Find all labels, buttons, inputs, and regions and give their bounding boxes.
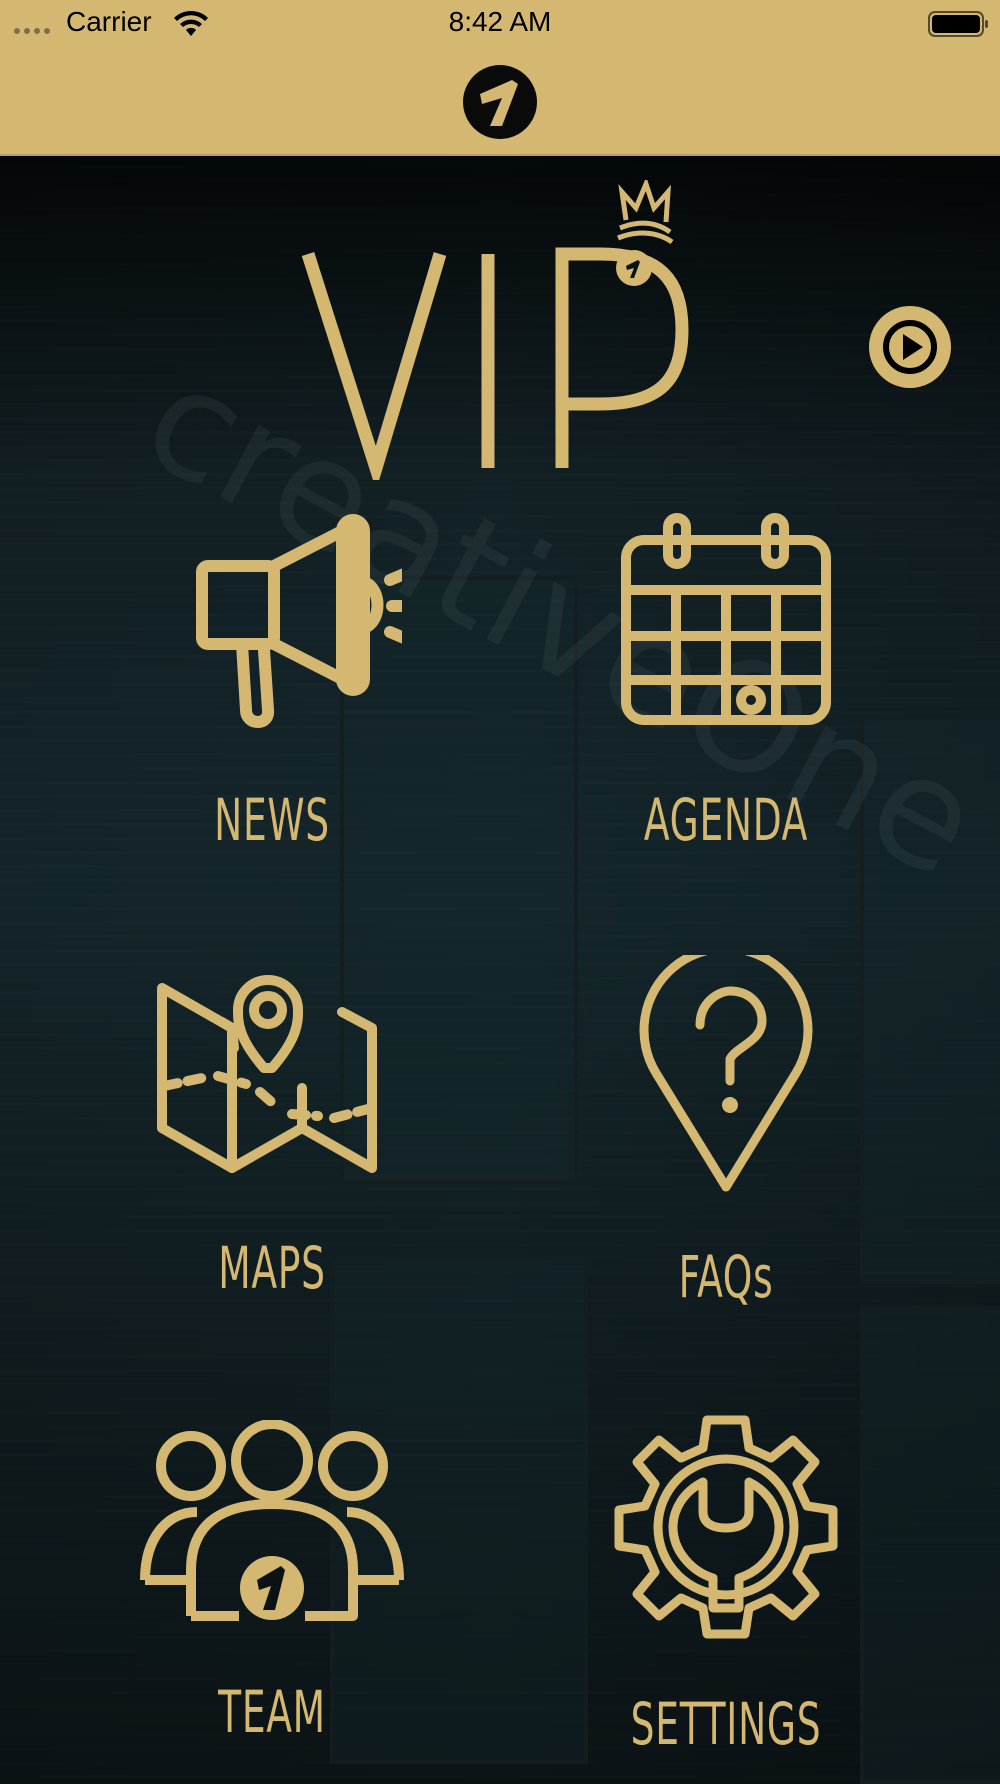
tile-label: AGENDA — [643, 786, 809, 854]
megaphone-icon — [196, 514, 402, 728]
tile-faqs[interactable]: FAQs — [546, 955, 906, 1311]
tile-label: MAPS — [218, 1234, 326, 1302]
header-bar — [0, 48, 1000, 156]
question-pin-icon — [639, 955, 813, 1192]
tile-agenda[interactable]: AGENDA — [546, 510, 906, 854]
vip-logo — [300, 176, 700, 491]
tile-label: NEWS — [214, 786, 330, 854]
clock: 8:42 AM — [448, 6, 552, 37]
tile-label: SETTINGS — [630, 1690, 822, 1758]
battery-icon — [928, 11, 988, 37]
tile-settings[interactable]: SETTINGS — [546, 1412, 906, 1758]
play-icon — [883, 320, 937, 374]
gear-wrench-icon — [614, 1415, 838, 1639]
tile-maps[interactable]: MAPS — [92, 968, 452, 1302]
tile-news[interactable]: NEWS — [92, 510, 452, 854]
vip-crown-logo — [301, 176, 689, 491]
brand-1-icon — [463, 65, 537, 139]
tile-label: TEAM — [218, 1678, 326, 1746]
team-icon — [140, 1420, 404, 1621]
play-button[interactable] — [869, 306, 951, 388]
tile-label: FAQs — [678, 1243, 774, 1311]
tile-team[interactable]: TEAM — [92, 1420, 452, 1746]
status-bar: Carrier 8:42 AM — [0, 0, 1000, 48]
map-icon — [157, 975, 377, 1173]
calendar-icon — [621, 513, 831, 725]
